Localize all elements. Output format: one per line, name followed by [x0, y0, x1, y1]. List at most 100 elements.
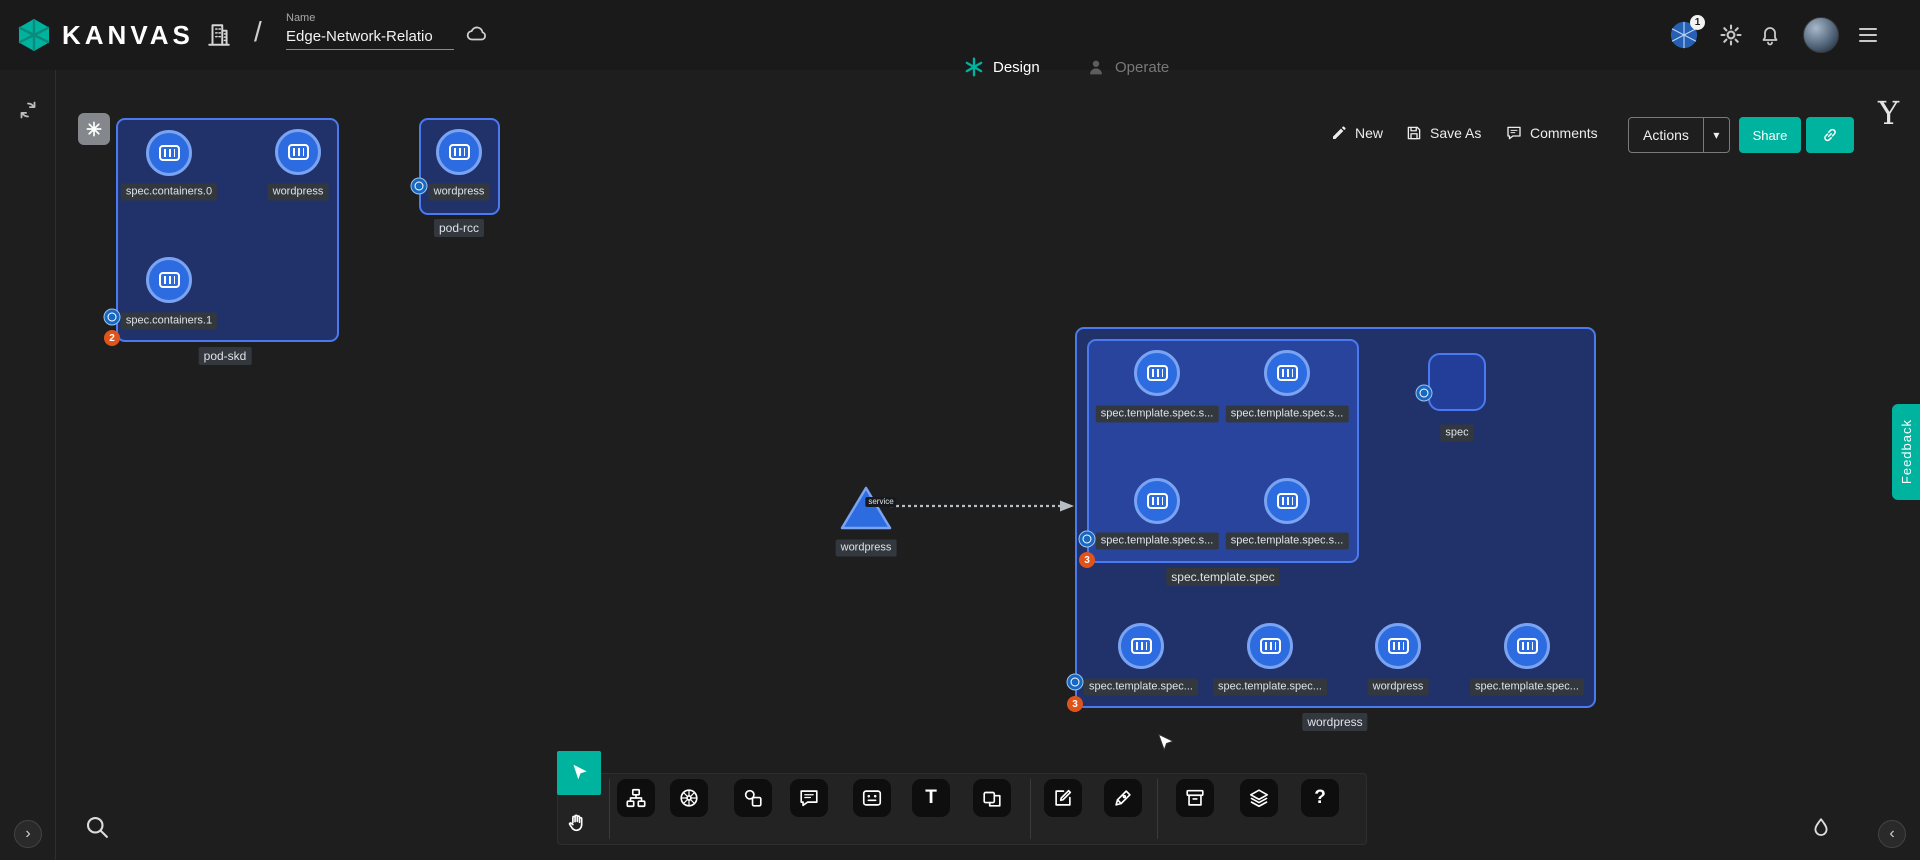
kubernetes-tool[interactable] — [670, 779, 708, 817]
node-template-container[interactable] — [1264, 478, 1310, 524]
group-spec-template-spec[interactable] — [1087, 339, 1359, 563]
save-as-button[interactable]: Save As — [1405, 124, 1481, 142]
container-icon — [1277, 365, 1298, 381]
layer5-logo: Y — [1878, 94, 1899, 132]
kanvas-logo-icon — [16, 17, 52, 53]
design-name-input[interactable]: Edge-Network-Relatio — [286, 28, 454, 50]
group-settings-button[interactable] — [78, 113, 110, 145]
comment-icon — [798, 787, 820, 809]
dock-divider — [1030, 779, 1031, 839]
comment-icon — [1505, 124, 1523, 142]
comments-button[interactable]: Comments — [1505, 124, 1598, 142]
node-template-container[interactable] — [1264, 350, 1310, 396]
node-label: spec.template.spec.s... — [1096, 533, 1219, 550]
edge-service-to-deployment[interactable] — [888, 496, 1080, 516]
expand-right-panel-button[interactable]: ‹ — [1878, 820, 1906, 848]
drawer-icon — [1184, 787, 1206, 809]
node-template-container[interactable] — [1504, 623, 1550, 669]
node-label: spec.template.spec... — [1470, 679, 1584, 696]
kanvas-app: KANVAS / Name Edge-Network-Relatio — [0, 0, 1920, 860]
help-tool[interactable]: ? — [1301, 779, 1339, 817]
kubernetes-badge[interactable] — [1079, 531, 1096, 548]
node-label: spec.containers.1 — [121, 313, 217, 330]
tab-design[interactable]: Design — [963, 50, 1040, 84]
container-icon — [159, 145, 180, 161]
ink-droplet-button[interactable] — [1809, 816, 1833, 840]
save-icon — [1405, 124, 1423, 142]
issue-count-badge[interactable]: 3 — [1067, 696, 1083, 712]
meshery-extension-icon[interactable]: 1 — [1669, 20, 1699, 50]
text-tool[interactable]: T — [912, 779, 950, 817]
node-wordpress-pod-skd[interactable] — [275, 129, 321, 175]
organization-icon[interactable] — [206, 22, 232, 48]
tab-operate[interactable]: Operate — [1085, 50, 1169, 84]
left-panel-strip — [0, 70, 56, 860]
node-spec-containers-1[interactable] — [146, 257, 192, 303]
node-template-container[interactable] — [1118, 623, 1164, 669]
copy-link-button[interactable] — [1806, 117, 1854, 153]
share-button[interactable]: Share — [1739, 117, 1801, 153]
feedback-tab[interactable]: Feedback — [1892, 404, 1920, 500]
link-icon — [1820, 125, 1840, 145]
sync-refresh-icon[interactable] — [16, 98, 40, 122]
kubernetes-badge[interactable] — [1067, 674, 1084, 691]
flowchart-icon — [625, 787, 647, 809]
comment-tool[interactable] — [790, 779, 828, 817]
node-template-container[interactable] — [1134, 350, 1180, 396]
breadcrumb-separator: / — [254, 16, 262, 48]
node-spec-containers-0[interactable] — [146, 130, 192, 176]
settings-gear-icon[interactable] — [1719, 23, 1743, 47]
container-icon — [1147, 365, 1168, 381]
container-icon — [1517, 638, 1538, 654]
chevron-right-icon: › — [25, 825, 30, 843]
node-wordpress-container[interactable] — [1375, 623, 1421, 669]
design-tab-label: Design — [993, 59, 1040, 76]
issue-count-badge[interactable]: 3 — [1079, 552, 1095, 568]
drawer-tool[interactable] — [1176, 779, 1214, 817]
cloud-sync-icon[interactable] — [462, 22, 492, 46]
issue-count-badge[interactable]: 2 — [104, 330, 120, 346]
new-design-button[interactable]: New — [1330, 124, 1383, 142]
service-node-triangle[interactable] — [840, 484, 892, 532]
edge-label: service — [865, 497, 896, 507]
pen-tool[interactable] — [1104, 779, 1142, 817]
annotate-tool[interactable] — [1044, 779, 1082, 817]
kubernetes-badge[interactable] — [1416, 385, 1433, 402]
container-icon — [1260, 638, 1281, 654]
container-icon — [1131, 638, 1152, 654]
user-avatar[interactable] — [1803, 17, 1839, 53]
actions-label[interactable]: Actions — [1629, 118, 1703, 152]
actions-split-button[interactable]: Actions ▾ — [1628, 117, 1730, 153]
shapes-tool[interactable] — [734, 779, 772, 817]
node-label: wordpress — [429, 184, 490, 201]
select-tool[interactable] — [557, 751, 601, 795]
app-header: KANVAS / Name Edge-Network-Relatio — [0, 0, 1920, 70]
node-label: wordpress — [1368, 679, 1429, 696]
node-wordpress-pod-rcc[interactable] — [436, 129, 482, 175]
notification-count-badge: 1 — [1690, 15, 1705, 30]
flowchart-tool[interactable] — [617, 779, 655, 817]
magnifier-icon — [83, 813, 111, 841]
service-node-label: wordpress — [836, 540, 897, 557]
new-label: New — [1355, 125, 1383, 141]
actions-dropdown-caret[interactable]: ▾ — [1703, 118, 1729, 152]
kubernetes-badge[interactable] — [411, 178, 428, 195]
node-template-container[interactable] — [1247, 623, 1293, 669]
node-label: spec.template.spec... — [1084, 679, 1198, 696]
media-tool[interactable] — [853, 779, 891, 817]
node-spec[interactable] — [1428, 353, 1486, 411]
hamburger-menu-icon[interactable] — [1859, 24, 1877, 46]
brand[interactable]: KANVAS — [16, 17, 194, 53]
rectangle-icon — [981, 787, 1003, 809]
notifications-bell-icon[interactable] — [1758, 23, 1782, 47]
expand-left-panel-button[interactable]: › — [14, 820, 42, 848]
pen-icon — [1112, 787, 1134, 809]
feedback-label: Feedback — [1899, 419, 1914, 484]
kubernetes-badge[interactable] — [104, 309, 121, 326]
pan-tool[interactable] — [566, 812, 588, 834]
node-template-container[interactable] — [1134, 478, 1180, 524]
rectangle-tool[interactable] — [973, 779, 1011, 817]
layers-tool[interactable] — [1240, 779, 1278, 817]
zoom-search-button[interactable] — [83, 813, 111, 841]
node-label: spec — [1440, 425, 1473, 442]
